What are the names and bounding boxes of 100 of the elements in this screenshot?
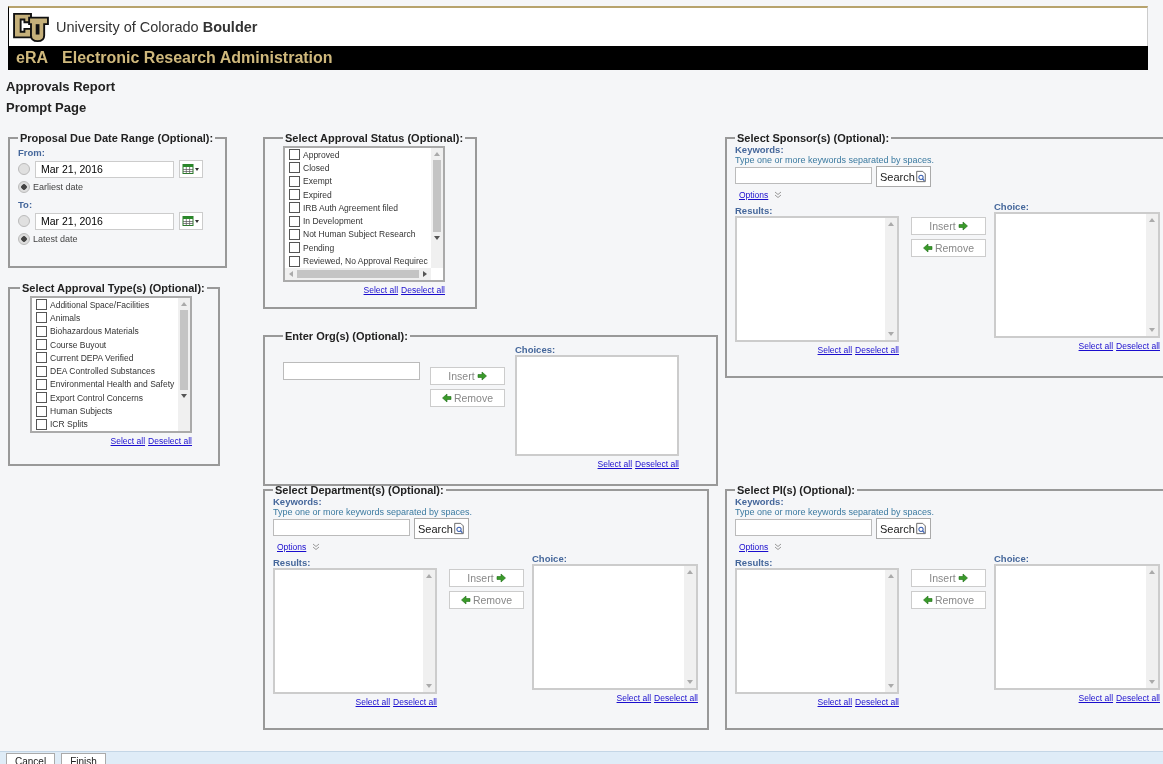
deselect-all-link[interactable]: Deselect all — [654, 693, 698, 703]
checkbox[interactable] — [36, 418, 47, 430]
keywords-field[interactable] — [735, 519, 872, 536]
results-list[interactable] — [273, 568, 437, 694]
remove-button[interactable]: Remove — [911, 591, 986, 609]
chevron-down-icon[interactable] — [774, 191, 783, 199]
checkbox[interactable] — [36, 299, 47, 311]
select-all-link[interactable]: Select all — [597, 459, 633, 469]
scrollbar[interactable] — [684, 566, 696, 688]
calendar-icon[interactable] — [179, 212, 203, 230]
scroll-up-icon[interactable] — [1148, 216, 1156, 224]
scroll-up-icon[interactable] — [180, 300, 188, 308]
right-arrow-icon — [957, 573, 968, 583]
scrollbar[interactable] — [1146, 566, 1158, 688]
options-link[interactable]: Options — [739, 190, 769, 200]
horizontal-scrollbar[interactable] — [285, 267, 431, 280]
options-link[interactable]: Options — [739, 542, 769, 552]
select-all-link[interactable]: Select all — [817, 345, 853, 355]
remove-button[interactable]: Remove — [449, 591, 524, 609]
scrollbar[interactable] — [423, 570, 435, 692]
results-list[interactable] — [735, 568, 899, 694]
chevron-down-icon[interactable] — [312, 543, 321, 551]
scroll-down-icon[interactable] — [180, 391, 188, 400]
choice-list[interactable] — [994, 212, 1160, 338]
keywords-label: Keywords: — [735, 144, 785, 155]
deselect-all-link[interactable]: Deselect all — [855, 697, 899, 707]
checkbox[interactable] — [36, 352, 47, 364]
checkbox[interactable] — [289, 189, 300, 201]
select-all-link[interactable]: Select all — [1078, 693, 1114, 703]
scroll-left-icon[interactable] — [287, 269, 295, 278]
checkbox[interactable] — [289, 202, 300, 214]
checkbox[interactable] — [36, 325, 47, 337]
insert-button[interactable]: Insert — [911, 569, 986, 587]
calendar-icon[interactable] — [179, 160, 203, 178]
checkbox[interactable] — [36, 378, 47, 390]
scrollbar[interactable] — [885, 218, 897, 340]
checkbox[interactable] — [289, 175, 300, 187]
scroll-up-icon[interactable] — [887, 220, 895, 228]
deselect-all-link[interactable]: Deselect all — [148, 435, 192, 446]
scrollbar[interactable] — [1146, 214, 1158, 336]
deselect-all-link[interactable]: Deselect all — [401, 284, 445, 295]
insert-button[interactable]: Insert — [430, 367, 505, 385]
scroll-up-icon[interactable] — [686, 568, 694, 576]
date-field[interactable]: Mar 21, 2016 — [35, 212, 174, 230]
checkbox[interactable] — [289, 149, 300, 161]
search-button[interactable]: Search — [414, 518, 469, 539]
scroll-up-icon[interactable] — [887, 572, 895, 580]
checkbox[interactable] — [289, 255, 300, 267]
option-label: In Development — [303, 216, 363, 227]
select-all-link[interactable]: Select all — [817, 697, 853, 707]
chevron-down-icon[interactable] — [774, 543, 783, 551]
checkbox[interactable] — [36, 339, 47, 351]
scrollbar[interactable] — [885, 570, 897, 692]
radio-button[interactable] — [18, 163, 30, 175]
date-field[interactable]: Mar 21, 2016 — [35, 160, 174, 178]
option-label: Biohazardous Materials — [50, 326, 139, 337]
checkbox[interactable] — [36, 365, 47, 377]
checkbox[interactable] — [36, 392, 47, 404]
search-button[interactable]: Search — [876, 518, 931, 539]
scroll-up-icon[interactable] — [425, 572, 433, 580]
search-button[interactable]: Search — [876, 166, 931, 187]
options-link[interactable]: Options — [277, 542, 307, 552]
checkbox[interactable] — [289, 228, 300, 240]
choice-list[interactable] — [994, 564, 1160, 690]
radio-button[interactable] — [18, 233, 30, 245]
insert-button[interactable]: Insert — [449, 569, 524, 587]
scroll-down-icon[interactable] — [433, 233, 441, 242]
hint-text: Type one or more keywords separated by spaces. — [273, 507, 474, 517]
choice-list[interactable] — [532, 564, 698, 690]
select-all-link[interactable]: Select all — [616, 693, 652, 703]
deselect-all-link[interactable]: Deselect all — [393, 697, 437, 707]
scroll-up-icon[interactable] — [433, 150, 441, 158]
keywords-field[interactable] — [273, 519, 410, 536]
checkbox[interactable] — [289, 162, 300, 174]
select-all-link[interactable]: Select all — [1078, 341, 1114, 351]
scrollbar[interactable] — [431, 148, 443, 268]
checkbox[interactable] — [36, 312, 47, 324]
select-all-link[interactable]: Select all — [363, 284, 399, 295]
radio-button[interactable] — [18, 215, 30, 227]
insert-button[interactable]: Insert — [911, 217, 986, 235]
group-title: Select Sponsor(s) (Optional): — [736, 132, 891, 144]
scrollbar[interactable] — [178, 298, 190, 431]
remove-button[interactable]: Remove — [430, 389, 505, 407]
checkbox[interactable] — [289, 242, 300, 254]
org-field[interactable] — [283, 362, 420, 380]
scroll-up-icon[interactable] — [1148, 568, 1156, 576]
choices-list[interactable] — [515, 355, 679, 456]
deselect-all-link[interactable]: Deselect all — [1116, 341, 1160, 351]
checkbox[interactable] — [36, 405, 47, 417]
scroll-right-icon[interactable] — [421, 269, 429, 278]
keywords-field[interactable] — [735, 167, 872, 184]
radio-button[interactable] — [18, 181, 30, 193]
deselect-all-link[interactable]: Deselect all — [635, 459, 679, 469]
select-all-link[interactable]: Select all — [355, 697, 391, 707]
results-list[interactable] — [735, 216, 899, 342]
select-all-link[interactable]: Select all — [110, 435, 146, 446]
deselect-all-link[interactable]: Deselect all — [855, 345, 899, 355]
checkbox[interactable] — [289, 215, 300, 227]
remove-button[interactable]: Remove — [911, 239, 986, 257]
deselect-all-link[interactable]: Deselect all — [1116, 693, 1160, 703]
